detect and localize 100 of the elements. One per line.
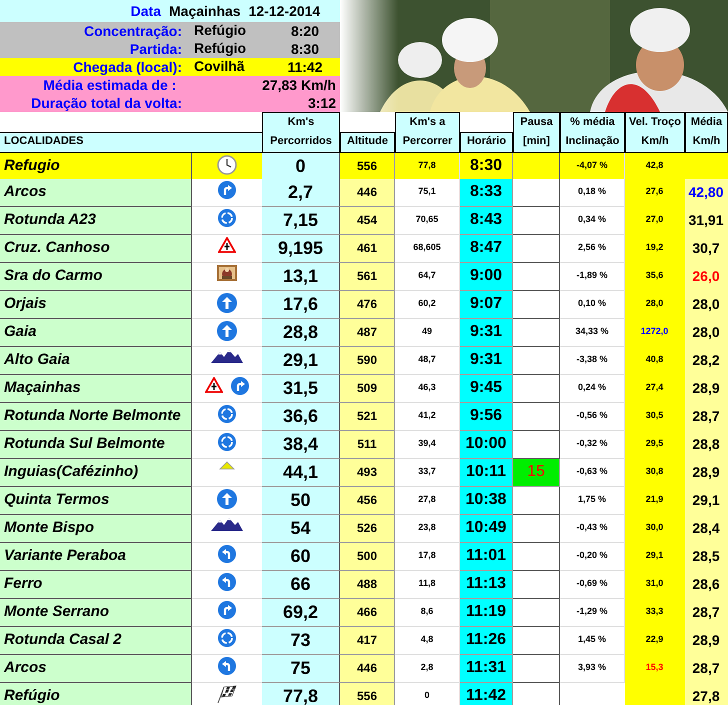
time-cell: 11:19 [460, 598, 513, 626]
grade-cell: -0,43 % [560, 514, 625, 542]
distance-cell: 50 [262, 486, 340, 514]
average-cell: 28,9 [685, 626, 728, 654]
pause-cell [513, 598, 560, 626]
info-label: Duração total da volta: [30, 94, 183, 113]
distance-left-cell: 4,8 [395, 626, 460, 654]
column-header: Horário [460, 132, 513, 152]
speed-cell: 28,0 [625, 290, 685, 318]
grade-cell: 1,45 % [560, 626, 625, 654]
average-cell: 28,7 [685, 654, 728, 682]
distance-left-cell: 75,1 [395, 178, 460, 206]
speed-cell: 22,9 [625, 626, 685, 654]
distance-cell: 13,1 [262, 262, 340, 290]
column-header: % média Inclinação [560, 112, 625, 152]
time-cell: 9:31 [460, 318, 513, 346]
speed-cell: 29,1 [625, 542, 685, 570]
grade-cell: -0,32 % [560, 430, 625, 458]
average-cell: 28,8 [685, 430, 728, 458]
info-value: 8:20 [290, 22, 320, 40]
time-cell: 11:26 [460, 626, 513, 654]
place-name: Sra do Carmo [0, 262, 192, 290]
info-label: Partida: [128, 40, 183, 58]
pause-cell [513, 682, 560, 705]
grade-cell: 1,75 % [560, 486, 625, 514]
average-cell: 28,4 [685, 514, 728, 542]
time-cell: 10:11 [460, 458, 513, 486]
distance-cell: 38,4 [262, 430, 340, 458]
place-name: Maçainhas [0, 374, 192, 402]
average-cell: 31,91 [685, 206, 728, 234]
place-name: Rotunda Sul Belmonte [0, 430, 192, 458]
distance-left-cell: 0 [395, 682, 460, 705]
header-cell [192, 132, 262, 152]
distance-cell: 36,6 [262, 402, 340, 430]
info-label: Média estimada de : [42, 76, 178, 94]
distance-left-cell: 68,605 [395, 234, 460, 262]
info-value: 8:30 [290, 40, 320, 58]
place-name: Inguias(Cafézinho) [0, 458, 192, 486]
distance-cell: 60 [262, 542, 340, 570]
pause-cell [513, 402, 560, 430]
grade-cell: 34,33 % [560, 318, 625, 346]
pause-cell [513, 318, 560, 346]
place-name: Rotunda Norte Belmonte [0, 402, 192, 430]
average-cell [685, 152, 728, 180]
distance-cell: 0 [262, 152, 340, 180]
altitude-cell: 561 [340, 262, 395, 290]
info-place: Covilhã [194, 58, 245, 74]
pause-cell [513, 178, 560, 206]
place-name: Monte Bispo [0, 514, 192, 542]
column-header: Km's a Percorrer [395, 112, 460, 152]
altitude-cell: 493 [340, 458, 395, 486]
column-header: Km's Percorridos [262, 112, 340, 152]
altitude-cell: 556 [340, 682, 395, 705]
info-place: Refúgio [194, 40, 246, 56]
speed-cell: 15,3 [625, 654, 685, 682]
distance-left-cell: 39,4 [395, 430, 460, 458]
average-cell: 28,9 [685, 374, 728, 402]
grade-cell: 0,34 % [560, 206, 625, 234]
time-cell: 9:56 [460, 402, 513, 430]
speed-cell: 1272,0 [625, 318, 685, 346]
altitude-cell: 456 [340, 486, 395, 514]
distance-cell: 69,2 [262, 598, 340, 626]
place-name: Orjais [0, 290, 192, 318]
altitude-cell: 446 [340, 178, 395, 206]
distance-left-cell: 49 [395, 318, 460, 346]
altitude-cell: 461 [340, 234, 395, 262]
place-name: Variante Peraboa [0, 542, 192, 570]
place-name: Ferro [0, 570, 192, 598]
average-cell: 28,7 [685, 402, 728, 430]
distance-left-cell: 70,65 [395, 206, 460, 234]
speed-cell: 42,8 [625, 152, 685, 180]
distance-left-cell: 17,8 [395, 542, 460, 570]
speed-cell: 27,6 [625, 178, 685, 206]
place-name: Arcos [0, 654, 192, 682]
place-name: Rotunda Casal 2 [0, 626, 192, 654]
average-cell: 30,7 [685, 234, 728, 262]
column-header: Altitude [340, 132, 395, 152]
place-name: Arcos [0, 178, 192, 206]
time-cell: 9:00 [460, 262, 513, 290]
altitude-cell: 487 [340, 318, 395, 346]
speed-cell: 40,8 [625, 346, 685, 374]
distance-cell: 66 [262, 570, 340, 598]
time-cell: 9:45 [460, 374, 513, 402]
distance-left-cell: 27,8 [395, 486, 460, 514]
altitude-cell: 417 [340, 626, 395, 654]
pause-cell [513, 234, 560, 262]
info-label: Chegada (local): [72, 58, 183, 77]
altitude-cell: 488 [340, 570, 395, 598]
grade-cell: -4,07 % [560, 152, 625, 180]
distance-cell: 17,6 [262, 290, 340, 318]
speed-cell: 35,6 [625, 262, 685, 290]
place-name: Monte Serrano [0, 598, 192, 626]
grade-cell: -0,63 % [560, 458, 625, 486]
pause-cell [513, 152, 560, 180]
pause-cell [513, 626, 560, 654]
average-cell: 42,80 [685, 178, 728, 206]
distance-left-cell: 2,8 [395, 654, 460, 682]
speed-cell: 33,3 [625, 598, 685, 626]
altitude-cell: 466 [340, 598, 395, 626]
altitude-cell: 509 [340, 374, 395, 402]
